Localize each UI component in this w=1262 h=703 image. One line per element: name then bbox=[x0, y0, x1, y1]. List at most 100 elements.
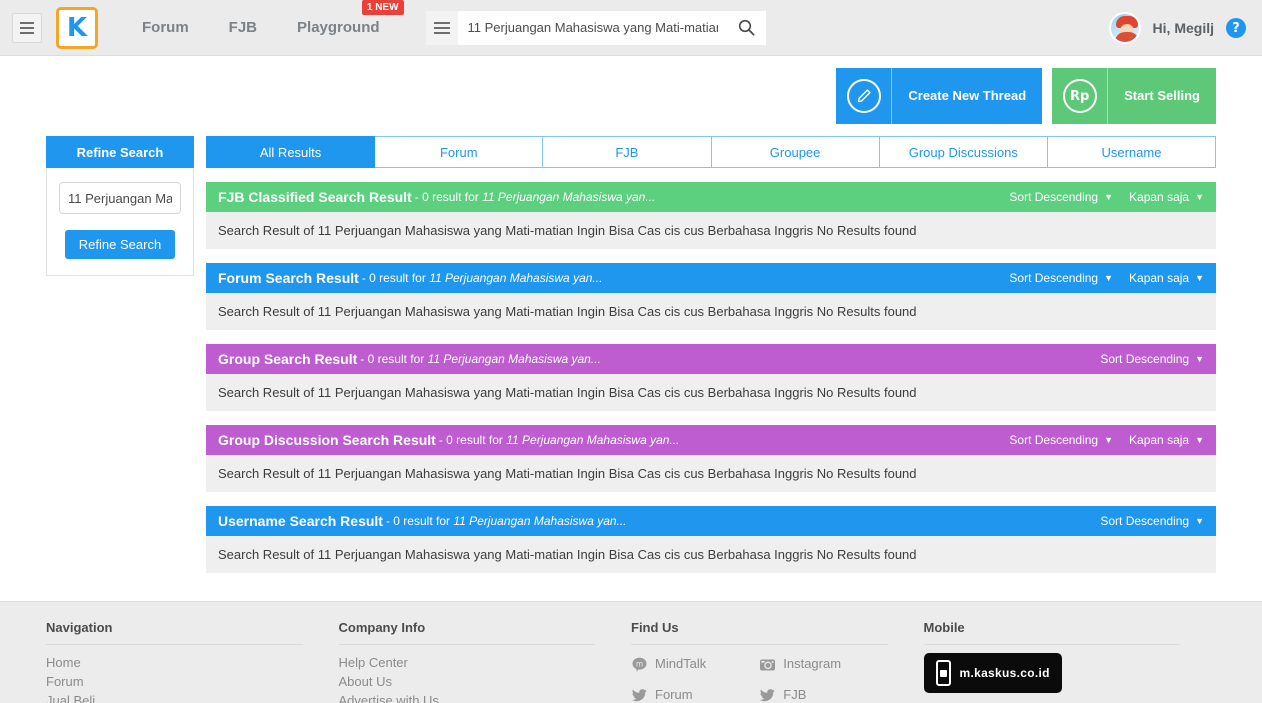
time-filter-dropdown[interactable]: Kapan saja ▼ bbox=[1129, 190, 1204, 204]
mobile-app-buttons: m.kaskus.co.id GET IT ON Google play bbox=[923, 653, 1181, 703]
result-meta-query: 11 Perjuangan Mahasiswa yan... bbox=[506, 433, 680, 447]
sort-descending-dropdown[interactable]: Sort Descending ▼ bbox=[1100, 514, 1204, 528]
result-section-fjb: FJB Classified Search Result - 0 result … bbox=[206, 182, 1216, 249]
logo-letter: K bbox=[66, 12, 88, 43]
instagram-icon bbox=[759, 656, 776, 673]
nav-item-forum[interactable]: Forum bbox=[142, 19, 189, 36]
footer-link-about-us[interactable]: About Us bbox=[339, 672, 596, 691]
kaskus-logo[interactable]: K bbox=[56, 6, 98, 49]
create-new-thread-button[interactable]: Create New Thread bbox=[836, 68, 1043, 124]
sort-label: Sort Descending bbox=[1009, 433, 1099, 447]
chevron-down-icon: ▼ bbox=[1195, 515, 1204, 526]
tab-forum[interactable]: Forum bbox=[375, 136, 544, 168]
chevron-down-icon: ▼ bbox=[1104, 191, 1114, 202]
result-header: Forum Search Result - 0 result for 11 Pe… bbox=[206, 263, 1216, 293]
result-body: Search Result of 11 Perjuangan Mahasiswa… bbox=[206, 293, 1216, 330]
create-new-thread-label: Create New Thread bbox=[908, 88, 1027, 104]
footer-link-forum[interactable]: Forum bbox=[46, 672, 303, 691]
footer-column-navigation: Navigation Home Forum Jual Beli Groupee bbox=[46, 620, 339, 703]
footer-heading-navigation: Navigation bbox=[46, 620, 303, 645]
result-meta-prefix: - 0 result for bbox=[414, 190, 479, 204]
footer-column-mobile: Mobile m.kaskus.co.id GET IT ON Google p… bbox=[923, 620, 1217, 703]
twitter-icon bbox=[631, 687, 648, 703]
footer-link-home[interactable]: Home bbox=[46, 653, 303, 672]
footer-heading-mobile: Mobile bbox=[923, 620, 1180, 645]
site-footer: Navigation Home Forum Jual Beli Groupee … bbox=[0, 601, 1262, 703]
social-label: FJB bbox=[783, 687, 807, 702]
sort-label: Sort Descending bbox=[1100, 352, 1190, 366]
mobile-web-label: m.kaskus.co.id bbox=[959, 666, 1050, 680]
tab-groupee[interactable]: Groupee bbox=[711, 136, 880, 168]
social-link-instagram[interactable]: Instagram bbox=[759, 653, 887, 675]
refine-search-button[interactable]: Refine Search bbox=[64, 230, 176, 259]
twitter-icon bbox=[759, 687, 776, 703]
tab-fjb[interactable]: FJB bbox=[543, 136, 712, 168]
result-title: Forum Search Result bbox=[218, 270, 359, 286]
search-input[interactable] bbox=[457, 10, 728, 45]
result-header: Group Search Result - 0 result for 11 Pe… bbox=[206, 344, 1216, 374]
result-body: Search Result of 11 Perjuangan Mahasiswa… bbox=[206, 536, 1216, 573]
sort-label: Sort Descending bbox=[1009, 190, 1099, 204]
sort-descending-dropdown[interactable]: Sort Descending ▼ bbox=[1009, 433, 1113, 447]
result-title: Group Search Result bbox=[218, 351, 358, 367]
tab-username[interactable]: Username bbox=[1047, 136, 1217, 168]
footer-link-advertise[interactable]: Advertise with Us bbox=[339, 691, 596, 703]
avatar[interactable] bbox=[1108, 12, 1141, 44]
result-title: FJB Classified Search Result bbox=[218, 189, 412, 205]
user-greeting[interactable]: Hi, Megilj bbox=[1153, 20, 1214, 36]
start-selling-button[interactable]: Rp Start Selling bbox=[1052, 68, 1216, 124]
refine-search-input[interactable] bbox=[59, 182, 181, 214]
result-body: Search Result of 11 Perjuangan Mahasiswa… bbox=[206, 212, 1216, 249]
social-link-mindtalk[interactable]: m MindTalk bbox=[631, 653, 759, 675]
result-title: Group Discussion Search Result bbox=[218, 432, 436, 448]
main-menu-hamburger-icon[interactable] bbox=[12, 12, 42, 43]
result-meta: - 0 result for 11 Perjuangan Mahasiswa y… bbox=[362, 271, 603, 285]
mobile-web-button[interactable]: m.kaskus.co.id bbox=[923, 653, 1062, 693]
time-label: Kapan saja bbox=[1129, 271, 1190, 285]
time-filter-dropdown[interactable]: Kapan saja ▼ bbox=[1129, 271, 1204, 285]
results-tabs: All Results Forum FJB Groupee Group Disc… bbox=[206, 136, 1217, 168]
result-body: Search Result of 11 Perjuangan Mahasiswa… bbox=[206, 455, 1216, 492]
sort-descending-dropdown[interactable]: Sort Descending ▼ bbox=[1009, 190, 1113, 204]
tab-all-results[interactable]: All Results bbox=[206, 136, 376, 168]
footer-link-jual-beli[interactable]: Jual Beli bbox=[46, 691, 303, 703]
svg-text:m: m bbox=[636, 659, 643, 668]
chevron-down-icon: ▼ bbox=[1104, 434, 1114, 445]
avatar-body bbox=[1114, 32, 1139, 42]
social-links-grid: m MindTalk Instagram Forum FJB bbox=[631, 653, 888, 703]
mindtalk-icon: m bbox=[631, 656, 648, 673]
footer-heading-company: Company Info bbox=[338, 620, 595, 645]
social-link-twitter-forum[interactable]: Forum bbox=[631, 684, 759, 703]
nav-item-fjb[interactable]: FJB bbox=[229, 19, 257, 36]
time-label: Kapan saja bbox=[1129, 433, 1190, 447]
result-title: Username Search Result bbox=[218, 513, 383, 529]
sort-descending-dropdown[interactable]: Sort Descending ▼ bbox=[1009, 271, 1113, 285]
result-header: Username Search Result - 0 result for 11… bbox=[206, 506, 1216, 536]
search-category-hamburger-icon[interactable] bbox=[425, 10, 458, 45]
tab-group-discussions[interactable]: Group Discussions bbox=[879, 136, 1048, 168]
chevron-down-icon: ▼ bbox=[1195, 353, 1204, 364]
search-submit-button[interactable] bbox=[727, 10, 766, 45]
sort-descending-dropdown[interactable]: Sort Descending ▼ bbox=[1100, 352, 1204, 366]
footer-column-company: Company Info Help Center About Us Advert… bbox=[338, 620, 632, 703]
result-header: Group Discussion Search Result - 0 resul… bbox=[206, 425, 1216, 455]
result-meta: - 0 result for 11 Perjuangan Mahasiswa y… bbox=[415, 190, 656, 204]
result-meta: - 0 result for 11 Perjuangan Mahasiswa y… bbox=[386, 514, 627, 528]
footer-link-help-center[interactable]: Help Center bbox=[339, 653, 596, 672]
search-bar bbox=[425, 10, 766, 45]
social-label: MindTalk bbox=[655, 656, 707, 671]
pencil-circle-icon bbox=[836, 68, 893, 124]
help-icon[interactable]: ? bbox=[1226, 18, 1246, 38]
result-section-username: Username Search Result - 0 result for 11… bbox=[206, 506, 1216, 573]
time-filter-dropdown[interactable]: Kapan saja ▼ bbox=[1129, 433, 1204, 447]
result-meta-query: 11 Perjuangan Mahasiswa yan... bbox=[482, 190, 656, 204]
social-link-twitter-fjb[interactable]: FJB bbox=[759, 684, 887, 703]
refine-search-header[interactable]: Refine Search bbox=[46, 136, 194, 168]
chevron-down-icon: ▼ bbox=[1195, 434, 1204, 445]
time-label: Kapan saja bbox=[1129, 190, 1190, 204]
refine-search-panel: Refine Search bbox=[46, 168, 194, 276]
nav-item-playground[interactable]: Playground 1 NEW bbox=[297, 0, 404, 36]
start-selling-label: Start Selling bbox=[1124, 88, 1200, 104]
sort-label: Sort Descending bbox=[1100, 514, 1190, 528]
result-meta: - 0 result for 11 Perjuangan Mahasiswa y… bbox=[439, 433, 680, 447]
